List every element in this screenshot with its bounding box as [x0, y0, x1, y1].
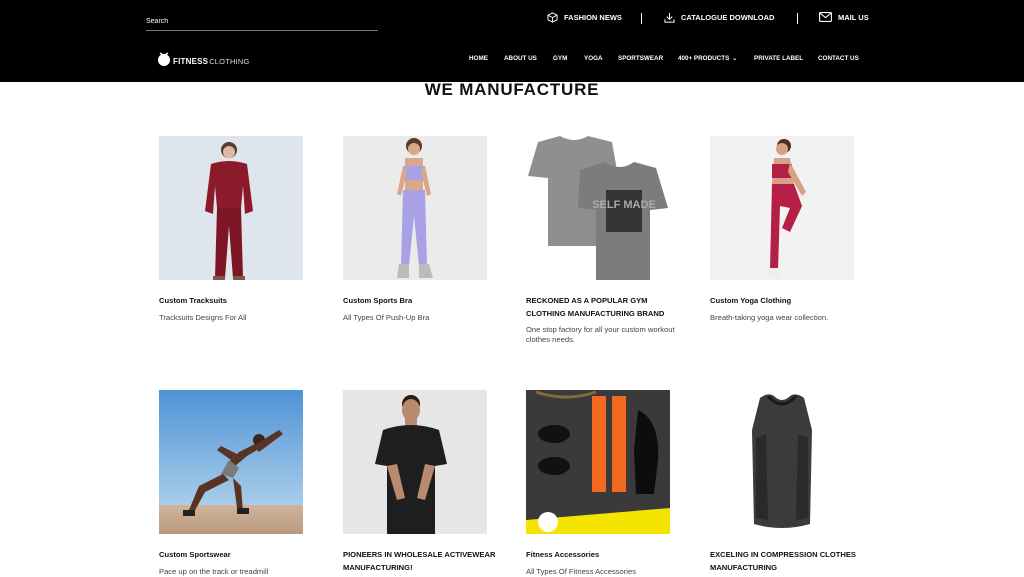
gym-tshirts-image[interactable]: SELF MADE [526, 136, 670, 280]
card-title[interactable]: RECKONED AS A POPULAR GYM CLOTHING MANUF… [526, 295, 686, 320]
tracksuit-image[interactable] [159, 136, 303, 280]
mail-us-link[interactable]: MAIL US [819, 12, 869, 22]
product-card: SELF MADE RECKONED AS A POPULAR GYM CLOT… [526, 136, 686, 345]
search-input[interactable] [146, 13, 378, 30]
card-description: Pace up on the track or treadmill [159, 566, 269, 576]
product-card: Custom Yoga Clothing Breath-taking yoga … [710, 136, 870, 323]
card-description: All Types Of Fitness Accessories [526, 566, 637, 576]
card-title[interactable]: Custom Tracksuits [159, 295, 319, 308]
sports-bra-image[interactable] [343, 136, 487, 280]
nav-products-label: 400+ PRODUCTS [678, 55, 730, 62]
nav-contact-us[interactable]: CONTACT US [818, 55, 859, 62]
mail-us-label: MAIL US [838, 12, 869, 22]
product-card: EXCELING IN COMPRESSION CLOTHES MANUFACT… [710, 390, 870, 574]
yoga-clothing-image[interactable] [710, 136, 854, 280]
nav-private-label[interactable]: PRIVATE LABEL [754, 55, 803, 62]
card-title[interactable]: Custom Sports Bra [343, 295, 503, 308]
nav-sportswear[interactable]: SPORTSWEAR [618, 55, 663, 62]
download-icon [664, 12, 675, 23]
main-nav: HOME ABOUT US GYM YOGA SPORTSWEAR 400+ P… [0, 55, 1024, 65]
card-title[interactable]: EXCELING IN COMPRESSION CLOTHES MANUFACT… [710, 549, 870, 574]
cube-icon [547, 12, 558, 23]
product-card: Custom Tracksuits Tracksuits Designs For… [159, 136, 319, 323]
mail-icon [819, 12, 832, 22]
product-card: Custom Sportswear Pace up on the track o… [159, 390, 319, 577]
card-title[interactable]: Fitness Accessories [526, 549, 686, 562]
card-description: Breath-taking yoga wear collection. [710, 312, 829, 322]
product-card: Fitness Accessories All Types Of Fitness… [526, 390, 686, 577]
catalogue-download-label: CATALOGUE DOWNLOAD [681, 13, 775, 22]
card-description: One stop factory for all your custom wor… [526, 325, 675, 344]
nav-home[interactable]: HOME [469, 55, 488, 62]
search-bar [146, 10, 378, 31]
section-title: WE MANUFACTURE [424, 80, 600, 99]
sportswear-image[interactable] [159, 390, 303, 534]
chevron-down-icon: ⌄ [732, 56, 738, 62]
card-title[interactable]: PIONEERS IN WHOLESALE ACTIVEWEAR MANUFAC… [343, 549, 503, 574]
catalogue-download-link[interactable]: CATALOGUE DOWNLOAD [664, 12, 774, 23]
nav-gym[interactable]: GYM [553, 55, 567, 62]
card-description: All Types Of Push-Up Bra [343, 312, 430, 322]
self-made-print: SELF MADE [592, 199, 656, 211]
card-description: Tracksuits Designs For All [159, 312, 247, 322]
product-card: Custom Sports Bra All Types Of Push-Up B… [343, 136, 503, 323]
activewear-image[interactable] [343, 390, 487, 534]
nav-yoga[interactable]: YOGA [584, 55, 603, 62]
divider [641, 13, 642, 24]
fitness-accessories-image[interactable] [526, 390, 670, 534]
product-card: PIONEERS IN WHOLESALE ACTIVEWEAR MANUFAC… [343, 390, 503, 574]
fashion-news-label: FASHION NEWS [564, 13, 622, 22]
card-title[interactable]: Custom Sportswear [159, 549, 319, 562]
card-title[interactable]: Custom Yoga Clothing [710, 295, 870, 308]
site-header: FASHION NEWS CATALOGUE DOWNLOAD MAIL US … [0, 0, 1024, 82]
nav-products[interactable]: 400+ PRODUCTS ⌄ [678, 55, 737, 62]
divider [797, 13, 798, 24]
fashion-news-link[interactable]: FASHION NEWS [547, 12, 622, 23]
compression-clothes-image[interactable] [710, 390, 854, 534]
nav-about-us[interactable]: ABOUT US [504, 55, 537, 62]
